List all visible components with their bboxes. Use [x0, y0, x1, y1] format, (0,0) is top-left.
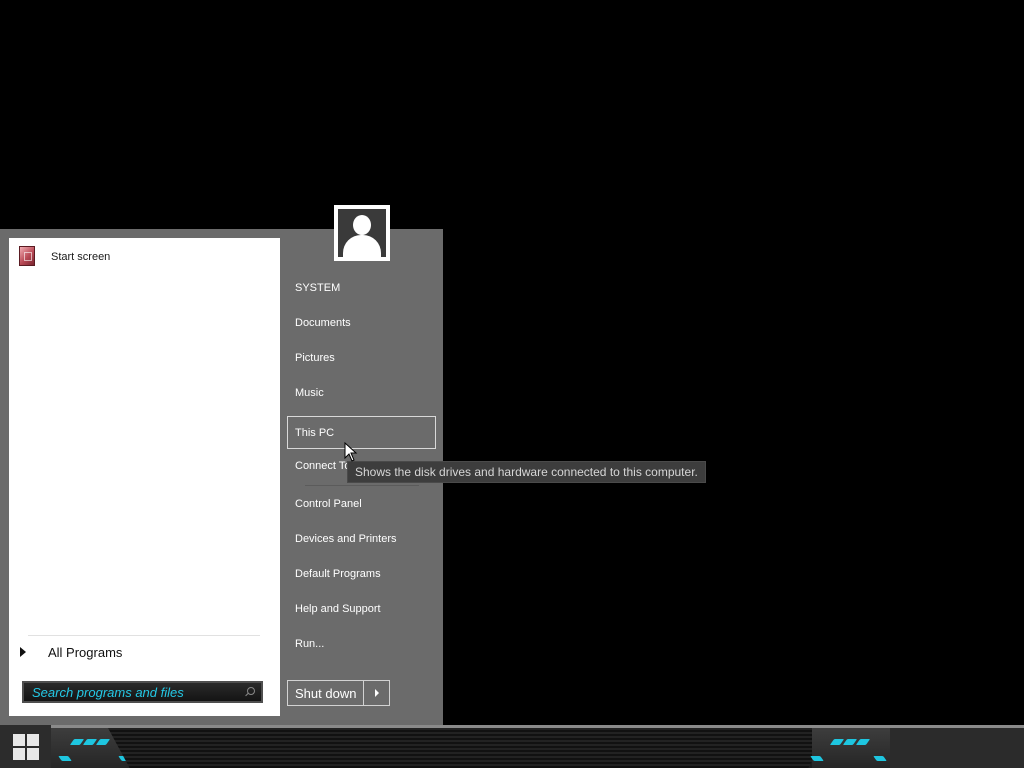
menu-item-label: Default Programs: [295, 567, 381, 580]
shutdown-options-button[interactable]: [364, 681, 389, 705]
menu-separator: [305, 485, 419, 486]
cyan-chevron-decoration: [829, 739, 871, 745]
shutdown-group: Shut down: [287, 680, 390, 706]
taskbar-right-accent: [812, 728, 890, 768]
start-button[interactable]: [0, 725, 51, 768]
notification-area[interactable]: [890, 728, 1024, 768]
all-programs-label: All Programs: [48, 644, 123, 660]
menu-item-label: Control Panel: [295, 497, 362, 510]
tooltip-text: Shows the disk drives and hardware conne…: [355, 465, 698, 479]
cyan-chevron-decoration: [69, 739, 111, 745]
expand-arrow-icon: [20, 647, 26, 657]
menu-item-label: This PC: [295, 426, 335, 439]
menu-item-label: SYSTEM: [295, 281, 341, 294]
search-icon[interactable]: [247, 687, 255, 695]
menu-item-help-and-support[interactable]: Help and Support: [287, 593, 436, 624]
taskbar-app-area[interactable]: [108, 728, 830, 768]
menu-item-label: Documents: [295, 316, 351, 329]
search-box[interactable]: [22, 681, 263, 703]
menu-item-control-panel[interactable]: Control Panel: [287, 488, 436, 519]
menu-item-label: Run...: [295, 637, 325, 650]
menu-item-this-pc[interactable]: This PC: [287, 416, 436, 449]
mouse-pointer-icon: [344, 442, 358, 462]
all-programs-button[interactable]: All Programs: [17, 641, 272, 663]
menu-item-devices-and-printers[interactable]: Devices and Printers: [287, 523, 436, 554]
menu-item-label: Help and Support: [295, 602, 381, 615]
menu-item-documents[interactable]: Documents: [287, 307, 436, 338]
pinned-programs-pane: Start screen All Programs: [9, 238, 280, 716]
pinned-item-start-screen[interactable]: Start screen: [17, 244, 273, 270]
shutdown-button[interactable]: Shut down: [288, 681, 364, 705]
pinned-item-label: Start screen: [51, 251, 111, 263]
all-programs-divider: [28, 635, 260, 636]
user-picture[interactable]: [334, 205, 390, 261]
chevron-right-icon: [374, 689, 379, 697]
menu-item-label: Devices and Printers: [295, 532, 397, 545]
menu-item-label: Connect To: [295, 459, 351, 472]
menu-item-run[interactable]: Run...: [287, 628, 436, 659]
shutdown-label: Shut down: [295, 685, 357, 701]
menu-item-label: Pictures: [295, 351, 335, 364]
menu-item-music[interactable]: Music: [287, 377, 436, 408]
menu-item-system[interactable]: SYSTEM: [287, 272, 436, 303]
user-avatar-icon: [338, 209, 386, 257]
search-input[interactable]: [32, 684, 232, 700]
taskbar: [0, 725, 1024, 768]
menu-item-pictures[interactable]: Pictures: [287, 342, 436, 373]
menu-item-default-programs[interactable]: Default Programs: [287, 558, 436, 589]
windows-logo-icon: [12, 733, 39, 760]
menu-item-label: Music: [295, 386, 324, 399]
tooltip: Shows the disk drives and hardware conne…: [347, 461, 706, 483]
start-screen-icon: [17, 245, 37, 269]
